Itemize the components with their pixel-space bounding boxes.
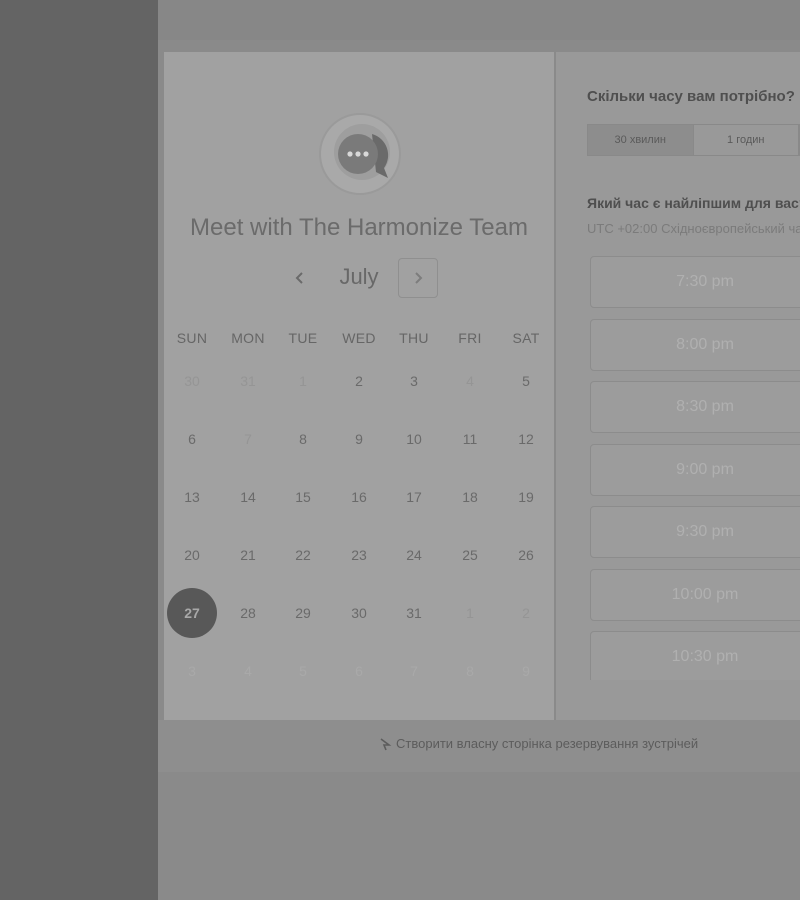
month-label: July (339, 264, 379, 289)
calendar-day[interactable]: 12 (501, 414, 551, 464)
calendar-day[interactable]: 30 (334, 588, 384, 638)
previous-month-button[interactable] (284, 262, 316, 294)
time-slot-button[interactable]: 9:30 pm (590, 506, 800, 558)
weekday-label-sat: SAT (512, 330, 540, 346)
calendar-day[interactable]: 28 (223, 588, 273, 638)
calendar-day[interactable]: 15 (278, 472, 328, 522)
page-title: Meet with The Harmonize Team (190, 214, 528, 241)
calendar-day[interactable]: 19 (501, 472, 551, 522)
calendar-day[interactable]: 8 (278, 414, 328, 464)
calendar-day[interactable]: 16 (334, 472, 384, 522)
time-question: Який час є найліпшим для вас? (587, 195, 800, 211)
calendar-day: 7 (244, 431, 252, 447)
calendar-day[interactable]: 18 (445, 472, 495, 522)
calendar-day: 2 (522, 605, 530, 621)
calendar-day[interactable]: 21 (223, 530, 273, 580)
weekday-label-mon: MON (231, 330, 265, 346)
create-booking-page-link[interactable]: Створити власну сторінка резервування зу… (378, 736, 698, 751)
chevron-left-icon (295, 272, 303, 284)
calendar-day[interactable]: 24 (389, 530, 439, 580)
duration-question: Скільки часу вам потрібно? (587, 88, 795, 105)
calendar-day[interactable]: 6 (167, 414, 217, 464)
calendar-day[interactable]: 31 (389, 588, 439, 638)
calendar-day: 9 (522, 663, 530, 679)
harmonize-logo (318, 112, 402, 196)
calendar-day: 7 (410, 663, 418, 679)
calendar-day: 6 (355, 663, 363, 679)
time-slot-button[interactable]: 8:30 pm (590, 381, 800, 433)
sparkle-arrow-icon (380, 737, 392, 750)
weekday-label-wed: WED (342, 330, 376, 346)
create-booking-page-text: Створити власну сторінка резервування зу… (396, 736, 699, 751)
calendar-day: 31 (240, 373, 256, 389)
calendar-day[interactable]: 2 (334, 356, 384, 406)
duration-toggle: 30 хвилин 1 годин (587, 124, 800, 156)
calendar-day[interactable]: 25 (445, 530, 495, 580)
calendar-day[interactable]: 5 (501, 356, 551, 406)
calendar-day[interactable]: 3 (389, 356, 439, 406)
weekday-label-tue: TUE (288, 330, 318, 346)
top-band (158, 0, 800, 40)
duration-30-min-button[interactable]: 30 хвилин (588, 125, 694, 155)
time-slot-button[interactable]: 10:00 pm (590, 568, 800, 621)
calendar-day[interactable]: 23 (334, 530, 384, 580)
calendar-day[interactable]: 13 (167, 472, 217, 522)
calendar-day[interactable]: 29 (278, 588, 328, 638)
time-slot-button[interactable]: 10:30 pm (590, 631, 800, 680)
time-slot-button[interactable]: 9:00 pm (590, 443, 800, 496)
weekday-label-fri: FRI (458, 330, 482, 346)
duration-1-hour-button[interactable]: 1 годин (694, 125, 799, 155)
calendar-day: 30 (184, 373, 200, 389)
calendar-day: 4 (244, 663, 252, 679)
calendar-day[interactable]: 17 (389, 472, 439, 522)
weekday-label-sun: SUN (176, 330, 208, 346)
left-overlay-strip (0, 0, 158, 900)
calendar-day[interactable]: 14 (223, 472, 273, 522)
calendar-day: 4 (466, 373, 474, 389)
time-slot-button[interactable]: 8:00 pm (590, 318, 800, 371)
time-slot-list: 7:30 pm 8:00 pm 8:30 pm 9:00 pm 9:30 pm 10:00… (590, 256, 800, 680)
calendar-day[interactable]: 22 (278, 530, 328, 580)
calendar-day[interactable]: 20 (167, 530, 217, 580)
calendar-day[interactable]: 26 (501, 530, 551, 580)
calendar-day: 1 (466, 605, 474, 621)
weekday-label-thu: THU (399, 330, 429, 346)
calendar-day[interactable]: 11 (445, 414, 495, 464)
time-slot-button[interactable]: 7:30 pm (590, 256, 800, 308)
calendar-day: 3 (188, 663, 196, 679)
calendar-day: 8 (466, 663, 474, 679)
calendar-day-selected[interactable]: 27 (167, 588, 217, 638)
timezone-label[interactable]: UTC +02:00 Східноєвропейський час (587, 221, 800, 236)
next-month-button[interactable] (398, 258, 438, 298)
calendar-day[interactable]: 10 (389, 414, 439, 464)
calendar-day[interactable]: 9 (334, 414, 384, 464)
calendar-day: 5 (299, 663, 307, 679)
calendar-day: 1 (299, 373, 307, 389)
chevron-right-icon (415, 272, 423, 284)
